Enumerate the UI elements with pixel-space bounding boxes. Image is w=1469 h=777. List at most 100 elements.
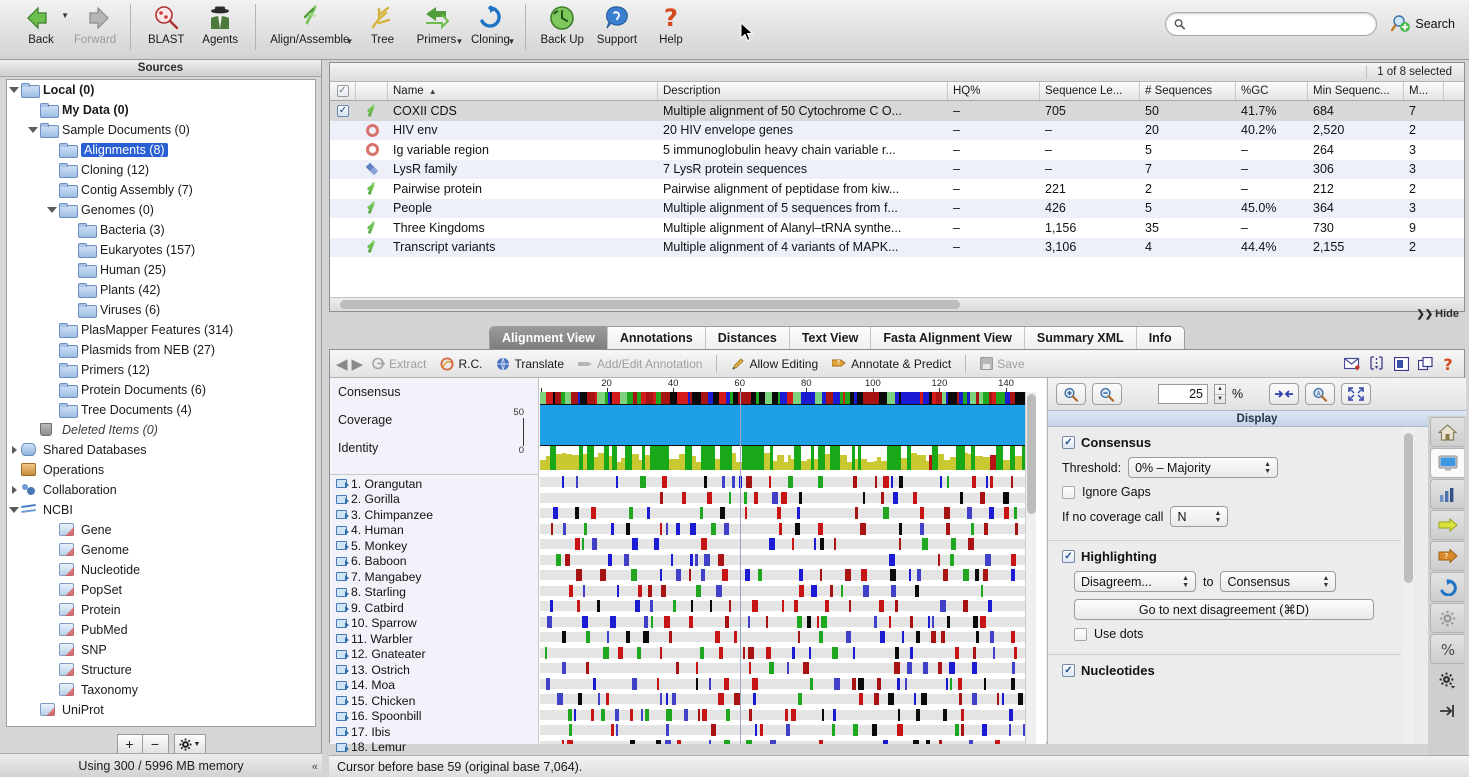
alignment-sequence-row[interactable] (540, 505, 1036, 521)
list-item[interactable]: 17. Ibis (330, 724, 539, 740)
sidebar-item-bacteria-3[interactable]: Bacteria (3) (7, 220, 315, 240)
sidebar-item-gene[interactable]: Gene (7, 520, 315, 540)
column-header-name[interactable]: Name ▲ (388, 82, 658, 100)
alignment-sequence-row[interactable] (540, 691, 1036, 707)
sidebar-item-local-0[interactable]: Local (0) (7, 80, 315, 100)
row-checkbox-cell[interactable] (330, 124, 356, 136)
use-dots-checkbox[interactable] (1074, 627, 1087, 641)
consensus-checkbox[interactable]: ✓ (1062, 436, 1075, 449)
envelope-icon[interactable] (1344, 357, 1361, 371)
toolbar-tree-button[interactable]: Tree (355, 0, 409, 46)
alignment-sequence-row[interactable] (540, 676, 1036, 692)
column-header-num-sequences[interactable]: # Sequences (1140, 82, 1236, 100)
alignment-sequence-row[interactable] (540, 583, 1036, 599)
table-row[interactable]: Ig variable region 5 immunoglobulin heavy… (330, 140, 1464, 160)
sidebar-item-structure[interactable]: Structure (7, 660, 315, 680)
no-coverage-select[interactable]: N ▲ ▼ (1170, 506, 1229, 527)
twisty-closed-icon[interactable] (11, 446, 17, 454)
toolbar-support-button[interactable]: Support (590, 0, 644, 46)
sidebar-item-pubmed[interactable]: PubMed (7, 620, 315, 640)
column-header-description[interactable]: Description (658, 82, 948, 100)
alignment-sequence-row[interactable] (540, 722, 1036, 738)
twisty-open-icon[interactable] (28, 127, 38, 133)
alignment-sequence-row[interactable] (540, 660, 1036, 676)
sidebar-item-tree-documents-4[interactable]: Tree Documents (4) (7, 400, 315, 420)
list-item[interactable]: 7. Mangabey (330, 569, 539, 585)
threshold-select[interactable]: 0% – Majority ▲ ▼ (1128, 457, 1279, 478)
tab-alignment-view[interactable]: Alignment View (490, 327, 608, 349)
list-item[interactable]: 9. Catbird (330, 600, 539, 616)
twisty-open-icon[interactable] (47, 207, 57, 213)
sidebar-item-viruses-6[interactable]: Viruses (6) (7, 300, 315, 320)
sidebar-item-nucleotide[interactable]: Nucleotide (7, 560, 315, 580)
search-input[interactable] (1189, 16, 1369, 32)
toolbar-help-button[interactable]: ? Help (644, 0, 698, 46)
tab-text-view[interactable]: Text View (790, 327, 872, 349)
side-tab-display[interactable] (1430, 448, 1464, 478)
row-checkbox-cell[interactable] (330, 241, 356, 253)
nucleotides-checkbox[interactable]: ✓ (1062, 664, 1075, 677)
sources-tree[interactable]: Local (0) My Data (0) Sample Documents (0)… (6, 79, 316, 727)
table-row[interactable]: HIV env 20 HIV envelope genes – – 20 40.2% 2,5… (330, 120, 1464, 140)
highlighting-setting-row[interactable]: ✓ Highlighting (1062, 549, 1401, 564)
column-header-checkbox[interactable]: ✓ (330, 82, 356, 100)
sequence-name-list[interactable]: 1. Orangutan 2. Gorilla 3. Chimpanzee 4. Hu… (330, 476, 539, 755)
alignment-sequence-row[interactable] (540, 490, 1036, 506)
side-tab-home[interactable] (1430, 417, 1464, 447)
extract-button[interactable]: Extract (367, 353, 431, 375)
row-checkbox[interactable] (337, 144, 349, 156)
alignment-sequence-row[interactable] (540, 614, 1036, 630)
sidebar-item-popset[interactable]: PopSet (7, 580, 315, 600)
rc-button[interactable]: R.C. (435, 353, 487, 375)
view-tabstrip[interactable]: Alignment View Annotations Distances Text V… (489, 326, 1185, 350)
side-tab-percent[interactable]: % (1430, 634, 1464, 664)
alignment-sequence-row[interactable] (540, 707, 1036, 723)
list-item[interactable]: 5. Monkey (330, 538, 539, 554)
sidebar-item-plants-42[interactable]: Plants (42) (7, 280, 315, 300)
sidebar-gear-button[interactable]: ▼ (173, 734, 206, 754)
side-tab-collapse[interactable] (1430, 696, 1464, 726)
zoom-stepper-up[interactable]: ▲ (1215, 385, 1225, 395)
settings-vertical-scrollbar[interactable] (1403, 427, 1414, 744)
row-checkbox-cell[interactable] (330, 202, 356, 214)
consensus-setting-row[interactable]: ✓ Consensus (1062, 435, 1401, 450)
row-checkbox[interactable] (337, 241, 349, 253)
add-source-button[interactable]: + (116, 734, 143, 754)
select-all-checkbox[interactable]: ✓ (336, 85, 349, 97)
list-item[interactable]: 4. Human (330, 523, 539, 539)
sidebar-item-primers-12[interactable]: Primers (12) (7, 360, 315, 380)
tab-info[interactable]: Info (1137, 327, 1184, 349)
fit-width-button[interactable] (1269, 383, 1300, 405)
view-back-arrow-icon[interactable]: ◀ (336, 355, 348, 373)
row-checkbox-cell[interactable] (330, 183, 356, 195)
save-button[interactable]: Save (975, 353, 1029, 375)
row-checkbox-cell[interactable] (330, 163, 356, 175)
translate-button[interactable]: Translate (491, 353, 569, 375)
row-checkbox[interactable] (337, 183, 349, 195)
settings-scrollbar-thumb[interactable] (1404, 433, 1413, 583)
allow-editing-button[interactable]: Allow Editing (726, 353, 823, 375)
row-checkbox[interactable] (337, 222, 349, 234)
toolbar-agents-button[interactable]: Agents (193, 0, 247, 46)
alignment-sequence-row[interactable] (540, 521, 1036, 537)
nucleotides-setting-row[interactable]: ✓ Nucleotides (1062, 663, 1401, 678)
zoom-out-button[interactable] (1092, 383, 1122, 405)
side-tab-advanced[interactable] (1430, 665, 1464, 695)
toolbar-blast-button[interactable]: BLAST (139, 0, 193, 46)
list-item[interactable]: 1. Orangutan (330, 476, 539, 492)
zoom-value-input[interactable]: 25 (1158, 384, 1208, 404)
side-tab-help-arrow[interactable]: ? (1430, 541, 1464, 571)
sidebar-item-plasmapper-features-314[interactable]: PlasMapper Features (314) (7, 320, 315, 340)
sidebar-item-genome[interactable]: Genome (7, 540, 315, 560)
list-item[interactable]: 2. Gorilla (330, 492, 539, 508)
split-view-icon[interactable] (1370, 356, 1385, 371)
add-edit-annotation-button[interactable]: Add/Edit Annotation (573, 353, 707, 375)
zoom-in-button[interactable] (1056, 383, 1086, 405)
sidebar-item-taxonomy[interactable]: Taxonomy (7, 680, 315, 700)
toolbar-align-assemble-button[interactable]: ▼ Align/Assemble (264, 0, 355, 46)
alignment-sequence-row[interactable] (540, 598, 1036, 614)
sidebar-item-my-data-0[interactable]: My Data (0) (7, 100, 315, 120)
toolbar-forward-button[interactable]: Forward (68, 0, 122, 46)
sequence-rows[interactable] (540, 474, 1036, 744)
twisty-open-icon[interactable] (9, 507, 19, 513)
